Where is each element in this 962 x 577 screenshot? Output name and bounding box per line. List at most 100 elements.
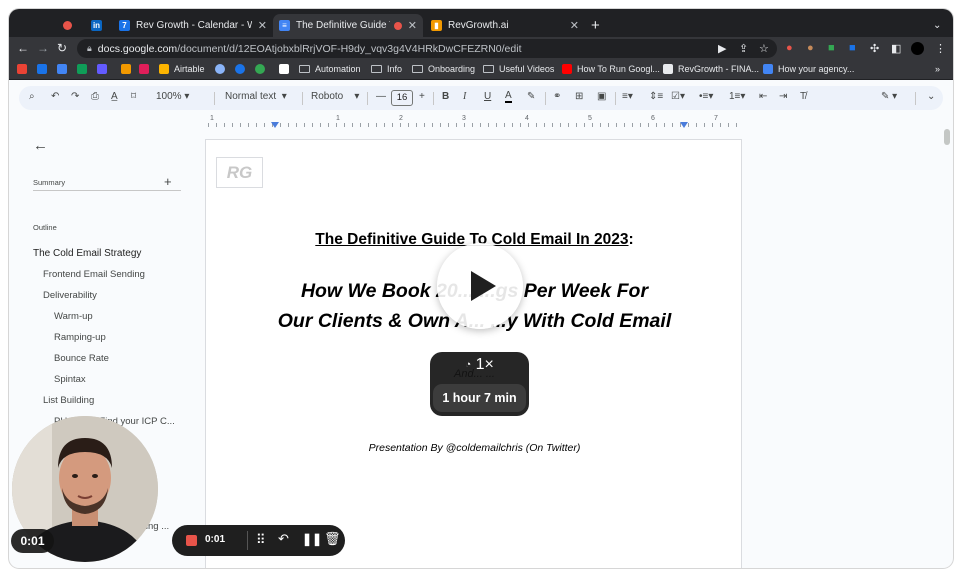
- bookmark-ext[interactable]: [235, 64, 250, 74]
- bookmark-folder-automation[interactable]: Automation: [299, 64, 361, 74]
- italic-icon[interactable]: I: [463, 91, 466, 102]
- bookmark-sheets[interactable]: [77, 64, 92, 74]
- share-icon[interactable]: ⇪: [739, 42, 748, 55]
- new-tab-button[interactable]: +: [587, 14, 607, 37]
- outline-item[interactable]: The Cold Email Strategy: [33, 248, 141, 259]
- clear-formatting-icon[interactable]: T̸: [800, 91, 806, 102]
- align-icon[interactable]: ≡▾: [622, 91, 633, 102]
- stop-recording-button[interactable]: [186, 535, 197, 546]
- outline-item[interactable]: Frontend Email Sending: [43, 269, 145, 280]
- profile-avatar[interactable]: [911, 42, 924, 55]
- back-icon[interactable]: ←: [17, 41, 29, 55]
- bookmark-revgrowth[interactable]: RevGrowth - FINA...: [663, 64, 759, 74]
- text-color-icon[interactable]: A: [505, 91, 512, 103]
- scrollbar[interactable]: [944, 129, 950, 145]
- bookmark-folder-onboarding[interactable]: Onboarding: [412, 64, 475, 74]
- pause-icon[interactable]: ❚❚: [302, 532, 322, 546]
- link-icon[interactable]: ⚭: [553, 91, 561, 102]
- decrease-font-icon[interactable]: —: [376, 91, 386, 102]
- delete-icon[interactable]: 🗑︎: [324, 531, 341, 547]
- outline-item[interactable]: Warm-up: [54, 311, 93, 322]
- close-icon[interactable]: ✕: [570, 19, 579, 32]
- camera-icon[interactable]: ▶: [718, 42, 726, 55]
- outline-item[interactable]: Spintax: [54, 374, 86, 385]
- editing-mode-icon[interactable]: ✎ ▾: [881, 91, 897, 102]
- bookmark-folder-useful-videos[interactable]: Useful Videos: [483, 64, 554, 74]
- tab-recording[interactable]: [59, 14, 81, 37]
- font-size-input[interactable]: 16: [391, 90, 413, 106]
- side-panel-icon[interactable]: ◧: [891, 42, 901, 55]
- bookmark-calendar[interactable]: [37, 64, 52, 74]
- extension-icon[interactable]: ■: [828, 42, 835, 54]
- extension-icon[interactable]: ●: [807, 42, 814, 54]
- bookmark-gmail[interactable]: [17, 64, 32, 74]
- playback-speed[interactable]: ◔ 1×: [430, 356, 529, 374]
- bookmark-star-icon[interactable]: ☆: [759, 42, 769, 55]
- outline-item[interactable]: Ramping-up: [54, 332, 106, 343]
- left-indent-marker[interactable]: [271, 122, 279, 128]
- print-icon[interactable]: ⎙: [91, 91, 99, 102]
- highlight-icon[interactable]: ✎: [527, 91, 535, 102]
- comment-icon[interactable]: ⊞: [575, 91, 583, 102]
- reload-icon[interactable]: ↻: [57, 41, 67, 55]
- image-icon[interactable]: ▣: [597, 91, 606, 102]
- right-indent-marker[interactable]: [680, 122, 688, 128]
- numbered-list-icon[interactable]: 1≡▾: [729, 91, 745, 102]
- bookmark-docs[interactable]: [57, 64, 72, 74]
- collapse-toolbar-icon[interactable]: ⌄: [927, 91, 935, 102]
- decrease-indent-icon[interactable]: ⇤: [759, 91, 767, 102]
- outline-item[interactable]: List Building: [43, 395, 94, 406]
- divider: [33, 190, 181, 191]
- extensions-puzzle-icon[interactable]: ✣: [870, 42, 879, 55]
- tab-document[interactable]: ≡ The Definitive Guide To Co ✕: [273, 14, 423, 37]
- increase-indent-icon[interactable]: ⇥: [779, 91, 787, 102]
- font-select[interactable]: Roboto ▾: [311, 91, 359, 102]
- close-icon[interactable]: ✕: [258, 19, 267, 32]
- bold-icon[interactable]: B: [442, 91, 449, 102]
- ruler-tick: [472, 123, 473, 127]
- outline-item[interactable]: Bounce Rate: [54, 353, 109, 364]
- playback-info[interactable]: ◔ 1× 1 hour 7 min: [430, 352, 529, 416]
- forward-icon[interactable]: →: [37, 41, 49, 55]
- bookmark-ext[interactable]: [139, 64, 154, 74]
- bookmark-ext[interactable]: [255, 64, 270, 74]
- menu-icon[interactable]: ⋮: [935, 42, 946, 55]
- bookmark-ext[interactable]: [121, 64, 136, 74]
- outline-item[interactable]: Deliverability: [43, 290, 97, 301]
- style-select[interactable]: Normal text ▾: [225, 91, 287, 102]
- extension-icon[interactable]: ■: [849, 42, 856, 54]
- zoom-select[interactable]: 100% ▾: [156, 91, 189, 102]
- close-outline-icon[interactable]: ←: [33, 137, 48, 154]
- increase-font-icon[interactable]: +: [419, 91, 425, 102]
- bookmark-notion[interactable]: [279, 64, 294, 74]
- search-menus-icon[interactable]: ⌕: [29, 91, 35, 102]
- extension-icon[interactable]: ●: [786, 42, 793, 54]
- underline-icon[interactable]: U: [484, 91, 491, 102]
- bookmark-folder-info[interactable]: Info: [371, 64, 402, 74]
- bullet-list-icon[interactable]: •≡▾: [699, 91, 713, 102]
- bookmark-airtable[interactable]: Airtable: [159, 64, 205, 74]
- spellcheck-icon[interactable]: A̲: [111, 91, 118, 102]
- bookmarks-overflow-icon[interactable]: »: [935, 64, 940, 74]
- close-icon[interactable]: ✕: [408, 19, 417, 32]
- checklist-icon[interactable]: ☑▾: [671, 91, 685, 102]
- ruler-number: 2: [399, 115, 403, 122]
- redo-icon[interactable]: ↷: [71, 91, 79, 102]
- tab-linkedin[interactable]: in: [85, 14, 111, 37]
- tab-revgrowth[interactable]: ▮ RevGrowth.ai ✕: [425, 14, 585, 37]
- tab-calendar[interactable]: 7 Rev Growth - Calendar - Week ✕: [113, 14, 273, 37]
- play-button[interactable]: [437, 243, 523, 329]
- line-spacing-icon[interactable]: ⇕≡: [649, 91, 663, 102]
- add-summary-button[interactable]: +: [164, 174, 172, 189]
- undo-icon[interactable]: ↶: [51, 91, 59, 102]
- restart-icon[interactable]: ↶: [278, 531, 289, 547]
- bookmark-stripe[interactable]: [97, 64, 112, 74]
- paint-format-icon[interactable]: ⌑: [131, 91, 136, 102]
- bookmark-ext[interactable]: [215, 64, 230, 74]
- address-bar[interactable]: 🔒︎ docs.google.com/document/d/12EOAtjobx…: [77, 39, 777, 58]
- bookmark-agency-doc[interactable]: How your agency...: [763, 64, 854, 74]
- grid-drag-icon[interactable]: ⠿: [256, 532, 266, 548]
- tab-search-icon[interactable]: ⌄: [929, 14, 947, 37]
- chevron-down-icon: ▾: [354, 91, 360, 102]
- bookmark-youtube[interactable]: How To Run Googl...: [562, 64, 660, 74]
